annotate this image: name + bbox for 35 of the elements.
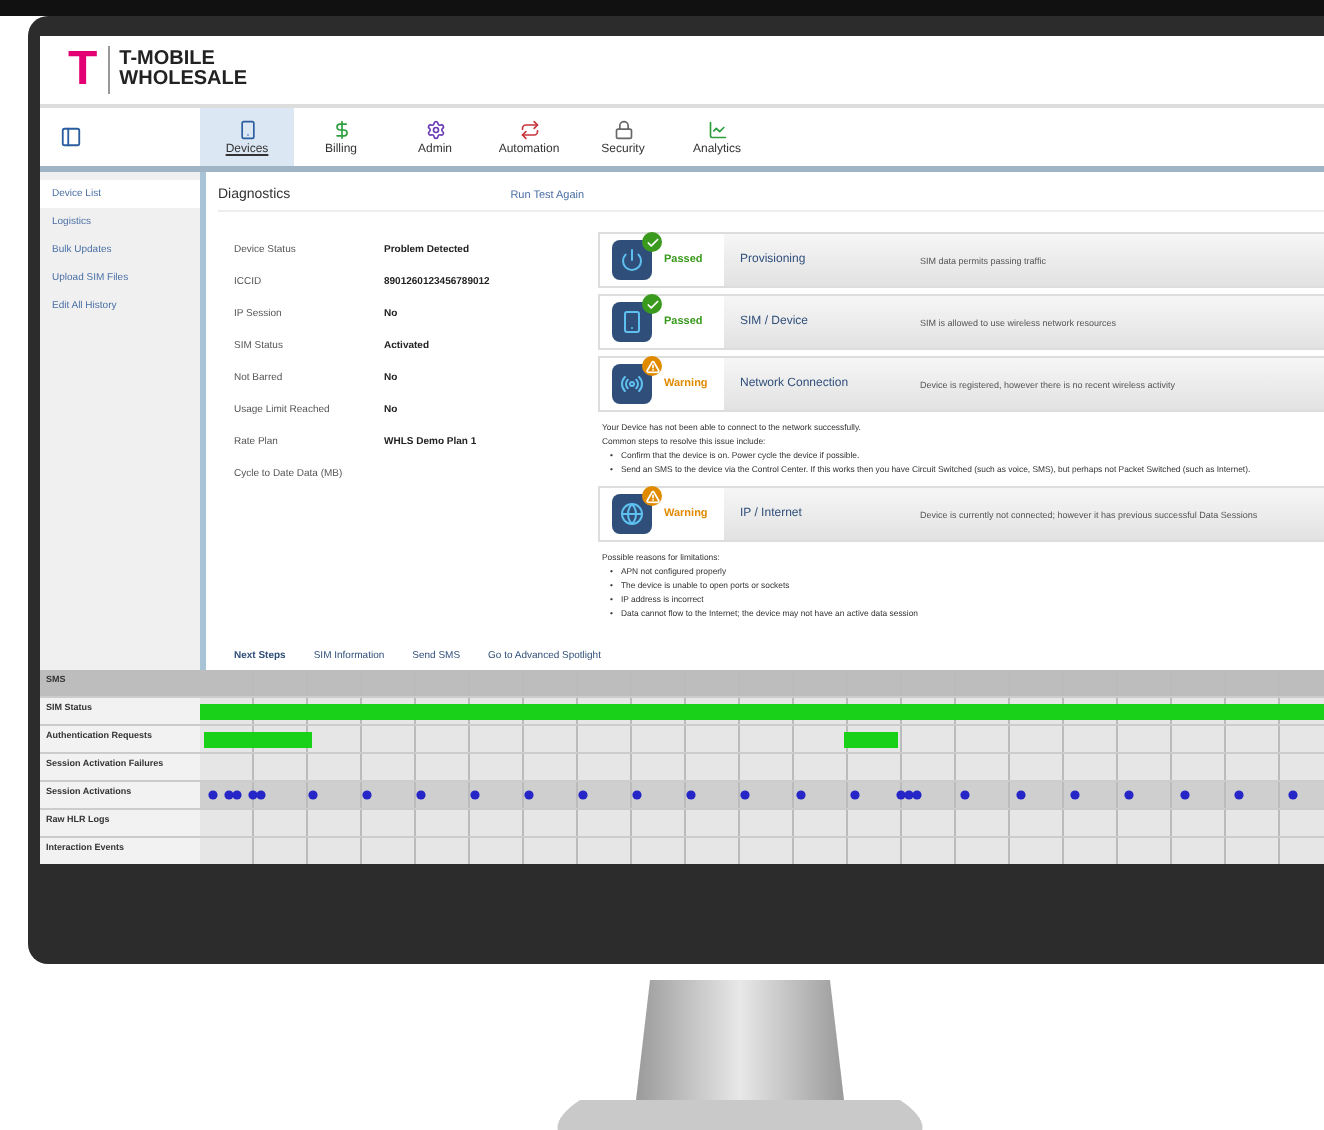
- phone-icon: [620, 310, 644, 334]
- globe-icon: [620, 502, 644, 526]
- event-dot: [1016, 790, 1026, 800]
- lock-icon: [613, 119, 633, 139]
- event-dot: [470, 790, 480, 800]
- event-dot: [1180, 790, 1190, 800]
- event-dot: [850, 790, 860, 800]
- logo-text: T-MOBILE: [119, 50, 217, 70]
- event-dot: [740, 790, 750, 800]
- logo-text: WHOLESALE: [119, 70, 248, 90]
- event-dot: [362, 790, 372, 800]
- event-dot: [308, 790, 318, 800]
- logo-mark: T: [68, 46, 110, 94]
- power-icon: [620, 248, 644, 272]
- event-dot: [1288, 790, 1298, 800]
- event-dot: [796, 790, 806, 800]
- sidebar-toggle-icon[interactable]: [60, 126, 82, 148]
- repeat-icon: [519, 119, 539, 139]
- event-dot: [1124, 790, 1134, 800]
- event-dot: [632, 790, 642, 800]
- event-dot: [686, 790, 696, 800]
- activity-bar: [844, 732, 898, 748]
- dollar-icon: [331, 119, 351, 139]
- settings-icon: [425, 119, 445, 139]
- antenna-icon: [620, 372, 644, 396]
- event-dot: [960, 790, 970, 800]
- event-dot: [208, 790, 218, 800]
- event-dot: [524, 790, 534, 800]
- event-dot: [1070, 790, 1080, 800]
- event-dot: [1234, 790, 1244, 800]
- event-dot: [578, 790, 588, 800]
- device-icon: [237, 119, 257, 139]
- chart-icon: [707, 119, 727, 139]
- activity-bar: [204, 732, 312, 748]
- event-dot: [416, 790, 426, 800]
